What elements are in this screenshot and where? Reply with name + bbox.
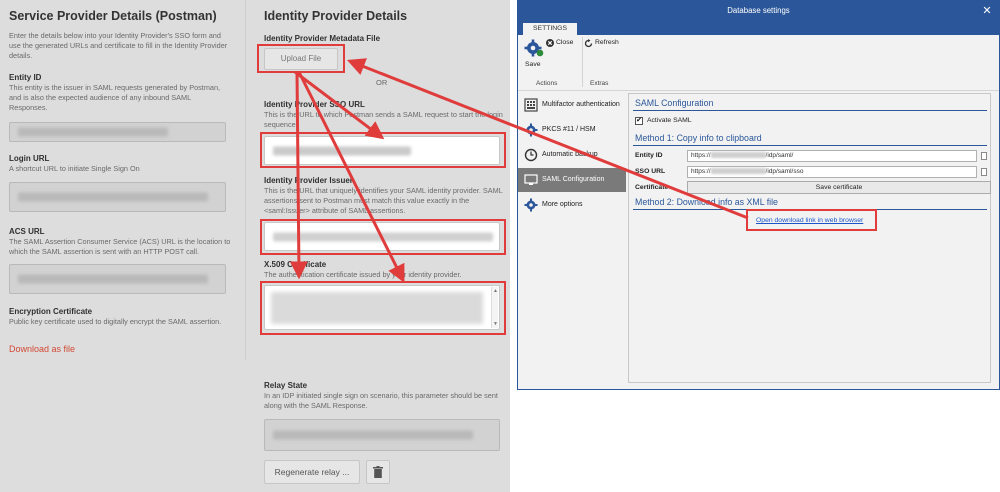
- acs-url-desc: The SAML Assertion Consumer Service (ACS…: [9, 237, 231, 256]
- close-label: Close: [556, 39, 574, 46]
- relay-state-field[interactable]: [264, 419, 500, 451]
- highlight-certificate: [260, 281, 506, 335]
- x509-desc: The authentication certificate issued by…: [264, 270, 462, 279]
- sso-url-label: SSO URL: [635, 168, 666, 175]
- highlight-sso-url: [260, 132, 506, 168]
- section-divider: [633, 145, 987, 146]
- saml-config-pane: SAML Configuration ✔ Activate SAML Metho…: [628, 93, 991, 383]
- window-title: Database settings: [518, 1, 999, 21]
- save-certificate-button[interactable]: Save certificate: [687, 181, 991, 194]
- clock-icon: [524, 148, 538, 162]
- nav-multifactor-authentication[interactable]: Multifactor authentication: [518, 93, 626, 117]
- group-extras-label: Extras: [590, 80, 609, 87]
- download-as-file-link[interactable]: Download as file: [9, 344, 75, 354]
- refresh-icon: [584, 39, 593, 48]
- sso-url-suffix: /idp/saml/sso: [765, 168, 804, 175]
- save-gear-icon: [524, 39, 544, 57]
- entity-id-field[interactable]: [9, 122, 226, 142]
- relay-state-label: Relay State: [264, 381, 308, 390]
- idp-issuer-label: Identity Provider Issuer: [264, 176, 353, 185]
- refresh-button[interactable]: Refresh: [584, 38, 624, 50]
- close-circle-icon: [546, 39, 554, 47]
- nav-saml-configuration[interactable]: SAML Configuration: [518, 168, 626, 192]
- acs-url-label: ACS URL: [9, 227, 45, 236]
- gear-icon: [524, 123, 538, 137]
- nav-more-options[interactable]: More options: [518, 193, 626, 217]
- relay-state-desc: In an IDP initiated single sign on scena…: [264, 391, 498, 410]
- sso-url-prefix: https://: [691, 168, 711, 175]
- idp-title: Identity Provider Details: [264, 9, 408, 23]
- entity-id-field[interactable]: https:// /idp/saml/: [687, 150, 977, 162]
- sso-url-field[interactable]: https:// /idp/saml/sso: [687, 166, 977, 178]
- idp-sso-url-label: Identity Provider SSO URL: [264, 100, 365, 109]
- database-settings-window: Database settings ✕ SETTINGS Save Close …: [517, 0, 1000, 390]
- nav-label: Automatic backup: [542, 151, 598, 158]
- highlight-upload: [257, 44, 345, 73]
- entity-id-desc: This entity is the issuer in SAML reques…: [9, 83, 221, 112]
- close-button[interactable]: Close: [546, 38, 578, 50]
- grid-icon: [524, 98, 538, 112]
- copy-sso-url-icon[interactable]: [981, 168, 987, 176]
- certificate-label: Certificate: [635, 184, 669, 191]
- close-icon[interactable]: ✕: [980, 1, 994, 21]
- activate-saml-checkbox[interactable]: ✔: [635, 117, 643, 125]
- encryption-cert-label: Encryption Certificate: [9, 307, 93, 316]
- regenerate-relay-button[interactable]: Regenerate relay ...: [264, 460, 360, 484]
- or-separator: OR: [376, 78, 388, 87]
- nav-label: SAML Configuration: [542, 176, 605, 183]
- trash-icon: [373, 466, 383, 478]
- entity-id-label: Entity ID: [635, 152, 663, 159]
- delete-relay-button[interactable]: [366, 460, 390, 484]
- saml-section-title: SAML Configuration: [635, 98, 714, 108]
- tab-settings[interactable]: SETTINGS: [523, 23, 577, 35]
- sp-title: Service Provider Details (Postman): [9, 9, 217, 23]
- highlight-download-link: [746, 209, 877, 231]
- idp-metadata-label: Identity Provider Metadata File: [264, 34, 381, 43]
- save-label: Save: [525, 61, 541, 68]
- entity-id-prefix: https://: [691, 152, 711, 159]
- login-url-label: Login URL: [9, 154, 50, 163]
- highlight-issuer: [260, 219, 506, 255]
- sp-intro: Enter the details below into your Identi…: [9, 31, 228, 60]
- login-url-desc: A shortcut URL to initiate Single Sign O…: [9, 164, 140, 173]
- login-url-field[interactable]: [9, 182, 226, 212]
- ribbon: Save Close Refresh Actions Extras: [518, 35, 999, 91]
- monitor-icon: [524, 174, 538, 185]
- method1-title: Method 1: Copy info to clipboard: [635, 133, 762, 143]
- save-button[interactable]: Save: [522, 39, 546, 71]
- nav-pkcs11-hsm[interactable]: PKCS #11 / HSM: [518, 118, 626, 142]
- x509-label: X.509 Certificate: [264, 260, 327, 269]
- entity-id-label: Entity ID: [9, 73, 42, 82]
- encryption-cert-desc: Public key certificate used to digitally…: [9, 317, 222, 326]
- ribbon-separator: [582, 37, 583, 87]
- refresh-label: Refresh: [595, 39, 619, 46]
- nav-automatic-backup[interactable]: Automatic backup: [518, 143, 626, 167]
- column-divider: [245, 0, 246, 360]
- activate-saml-label: Activate SAML: [647, 117, 692, 124]
- acs-url-field[interactable]: [9, 264, 226, 294]
- nav-label: Multifactor authentication: [542, 101, 620, 108]
- postman-saml-panel: Service Provider Details (Postman) Enter…: [0, 0, 510, 492]
- gear-icon: [524, 198, 538, 212]
- idp-issuer-desc: This is the URL that uniquely identifies…: [264, 186, 503, 215]
- nav-label: More options: [542, 201, 583, 208]
- section-divider: [633, 110, 987, 111]
- nav-label: PKCS #11 / HSM: [542, 126, 596, 133]
- entity-id-suffix: /idp/saml/: [765, 152, 794, 159]
- copy-entity-id-icon[interactable]: [981, 152, 987, 160]
- group-actions-label: Actions: [536, 80, 558, 87]
- ribbon-tabstrip: SETTINGS: [518, 21, 999, 35]
- idp-sso-url-desc: This is the URL to which Postman sends a…: [264, 110, 503, 129]
- method2-title: Method 2: Download info as XML file: [635, 197, 778, 207]
